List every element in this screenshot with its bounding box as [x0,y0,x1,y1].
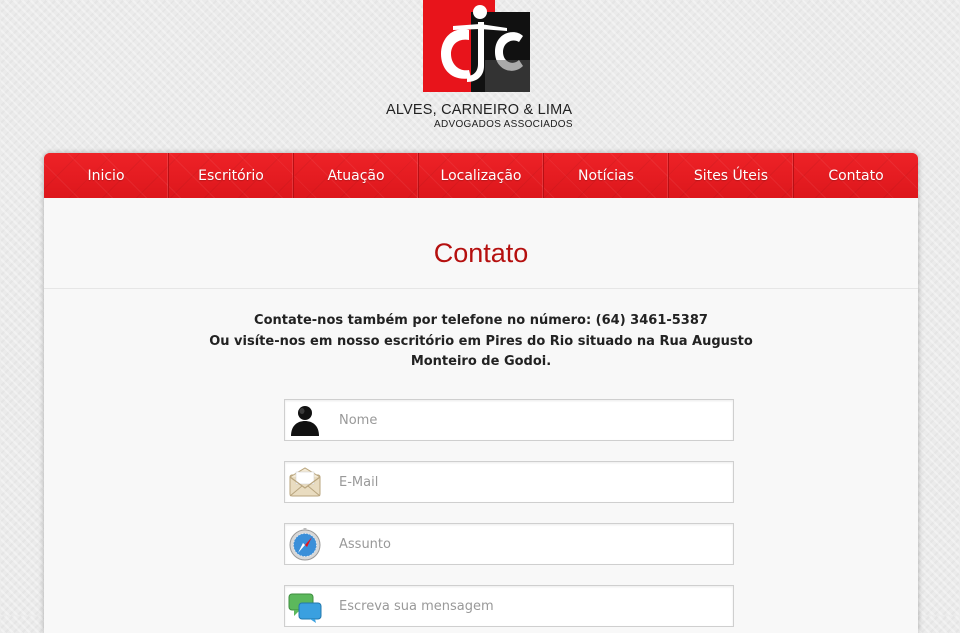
contact-intro: Contate-nos também por telefone no númer… [181,311,781,373]
intro-address-text: Ou visíte-nos em nosso escritório em Pir… [209,333,753,370]
name-input[interactable] [339,400,719,440]
message-input[interactable] [339,586,719,626]
message-field-wrapper [284,585,734,627]
page-title: Contato [44,198,918,289]
nav-item-noticias[interactable]: Notícias [544,153,669,198]
email-input[interactable] [339,462,719,502]
intro-phone-text: Contate-nos também por telefone no númer… [254,313,708,328]
nav-item-escritorio[interactable]: Escritório [169,153,294,198]
nav-item-contato[interactable]: Contato [794,153,918,198]
user-icon [291,406,319,436]
envelope-icon [289,467,321,497]
main-container: Inicio Escritório Atuação Localização No… [44,153,918,633]
logo-mark-icon [423,0,530,92]
logo-subtitle: ADVOGADOS ASSOCIADOS [434,119,573,130]
nav-item-atuacao[interactable]: Atuação [294,153,419,198]
logo[interactable]: ALVES, CARNEIRO & LIMA ADVOGADOS ASSOCIA… [386,0,586,132]
compass-icon [289,528,321,561]
name-field-wrapper [284,399,734,441]
nav-item-localizacao[interactable]: Localização [419,153,544,198]
subject-input[interactable] [339,524,719,564]
nav-item-inicio[interactable]: Inicio [44,153,169,198]
chat-bubbles-icon [288,593,322,623]
main-nav: Inicio Escritório Atuação Localização No… [44,153,918,198]
email-field-wrapper [284,461,734,503]
nav-item-sites-uteis[interactable]: Sites Úteis [669,153,794,198]
contact-form [284,399,734,633]
logo-name: ALVES, CARNEIRO & LIMA [386,102,573,118]
subject-field-wrapper [284,523,734,565]
